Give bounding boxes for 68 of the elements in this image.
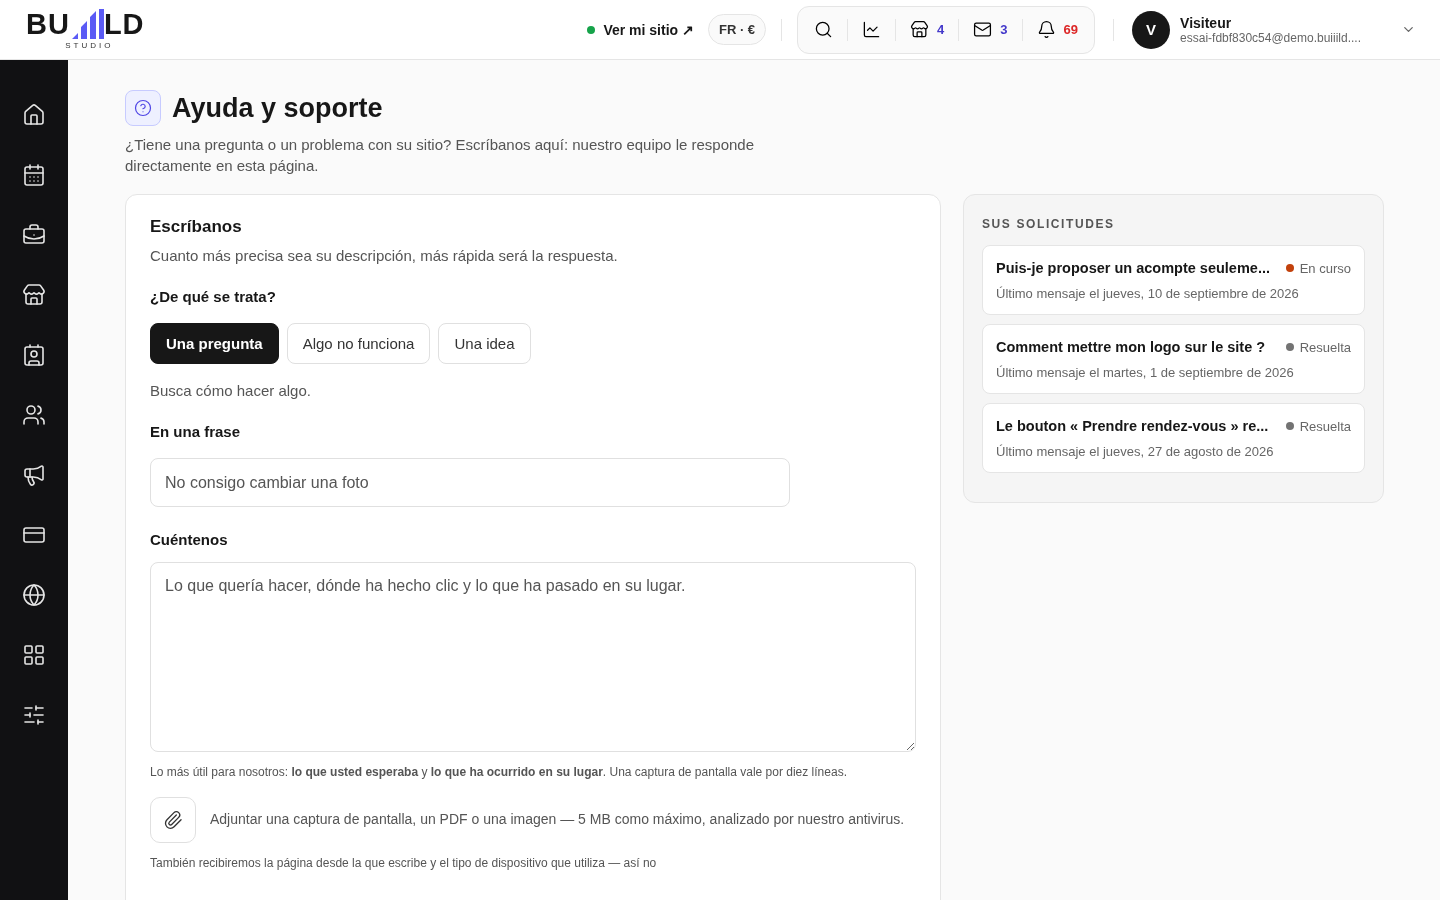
megaphone-icon: [22, 463, 46, 487]
attach-button[interactable]: [150, 796, 196, 843]
sidebar-item[interactable]: [22, 703, 46, 727]
request-card[interactable]: Comment mettre mon logo sur le site ? Resuelta Último mensaje el martes, 1 de septiembre de 2026: [982, 324, 1365, 394]
type-option-button[interactable]: Una pregunta: [150, 323, 279, 364]
view-site-link[interactable]: Ver mi sitio ↗: [587, 21, 694, 38]
bell-icon: [1036, 20, 1056, 39]
field-label: ¿De qué se trata?: [150, 288, 277, 305]
user-avatar[interactable]: V: [1132, 10, 1171, 49]
request-title: Comment mettre mon logo sur le site ?: [996, 339, 1266, 355]
paperclip-icon: [163, 809, 183, 830]
request-date: Último mensaje el jueves, 10 de septiembre de 2026: [996, 286, 1300, 301]
help-icon: [125, 90, 161, 126]
field-label: Cuéntenos: [150, 531, 229, 548]
subject-input-field[interactable]: No consigo cambiar una foto: [150, 458, 790, 507]
footer-note: También recibiremos la página desde la que escribe y el tipo de dispositivo que utiliza — así no: [150, 854, 658, 872]
page-title: Ayuda y soporte: [172, 92, 383, 124]
grid-icon: [22, 643, 46, 667]
globe-icon: [22, 583, 46, 607]
request-date: Último mensaje el martes, 1 de septiembre de 2026: [996, 365, 1295, 380]
sidebar-item[interactable]: [22, 163, 46, 187]
sidebar-item[interactable]: [22, 463, 46, 487]
details-text-area[interactable]: Lo que quería hacer, dónde ha hecho clic y lo que ha pasado en su lugar.: [150, 562, 916, 752]
type-option-button[interactable]: Una idea: [438, 323, 531, 364]
attach-text: Adjuntar una captura de pantalla, un PDF o una imagen — 5 MB como máximo, analizado por nuestro antivirus.: [210, 810, 905, 829]
sidebar-item[interactable]: [22, 583, 46, 607]
user-name: Visiteur: [1180, 14, 1233, 31]
sidebar-item[interactable]: [22, 403, 46, 427]
details-hint: Lo más útil para nosotros: lo que usted esperaba y lo que ha ocurrido en su lugar. Una captura de pantalla vale por diez líneas.: [150, 764, 848, 781]
type-option-button[interactable]: Algo no funciona: [286, 323, 431, 364]
request-status: Resuelta: [1299, 339, 1351, 355]
request-card[interactable]: Puis-je proposer un acompte seuleme... En curso Último mensaje el jueves, 10 de septiembre de 2026: [982, 245, 1365, 315]
panel-title: SUS SOLICITUDES: [982, 217, 1116, 231]
home-icon: [22, 103, 46, 127]
form-title: Escríbanos: [150, 217, 243, 237]
form-intro: Cuanto más precisa sea su descripción, más rápida será la respuesta.: [150, 246, 619, 266]
chart-icon: [862, 20, 882, 39]
briefcase-icon: [22, 223, 46, 247]
request-status: En curso: [1299, 260, 1351, 276]
sidebar-item[interactable]: [22, 283, 46, 307]
logo-text: LD: [103, 10, 145, 39]
sidebar-item[interactable]: [22, 223, 46, 247]
contact-card-icon: [22, 343, 46, 367]
calendar-icon: [22, 163, 46, 187]
sliders-icon: [22, 703, 46, 727]
sidebar-item[interactable]: [22, 343, 46, 367]
store-icon: [22, 283, 46, 307]
logo-text: BU: [26, 10, 70, 39]
request-date: Último mensaje el jueves, 27 de agosto de 2026: [996, 444, 1275, 459]
request-card[interactable]: Le bouton « Prendre rendez-vous » re... Resuelta Último mensaje el jueves, 27 de agosto de 2026: [982, 403, 1365, 473]
users-icon: [22, 403, 46, 427]
page-subtitle: ¿Tiene una pregunta o un problema con su sitio? Escríbanos aquí: nuestro equipo le responde directamente en esta página.: [125, 135, 756, 176]
locale-button[interactable]: FR · €: [708, 14, 767, 45]
request-title: Puis-je proposer un acompte seuleme...: [996, 260, 1270, 276]
notifications-button[interactable]: 69: [1026, 13, 1089, 46]
sidebar-item[interactable]: [22, 103, 46, 127]
field-label: En una frase: [150, 423, 242, 440]
store-icon: [910, 20, 930, 39]
logo-subtitle: STUDIO: [65, 41, 114, 50]
search-icon: [814, 20, 834, 39]
store-button[interactable]: 4: [900, 13, 955, 46]
request-status: Resuelta: [1299, 418, 1351, 434]
sidebar-item[interactable]: [22, 643, 46, 667]
user-email: essai-fdbf830c54@demo.buiiild....: [1180, 30, 1361, 45]
messages-button[interactable]: 3: [963, 13, 1018, 46]
type-hint: Busca cómo hacer algo.: [150, 381, 312, 401]
mail-icon: [973, 20, 993, 39]
request-title: Le bouton « Prendre rendez-vous » re...: [996, 418, 1269, 434]
